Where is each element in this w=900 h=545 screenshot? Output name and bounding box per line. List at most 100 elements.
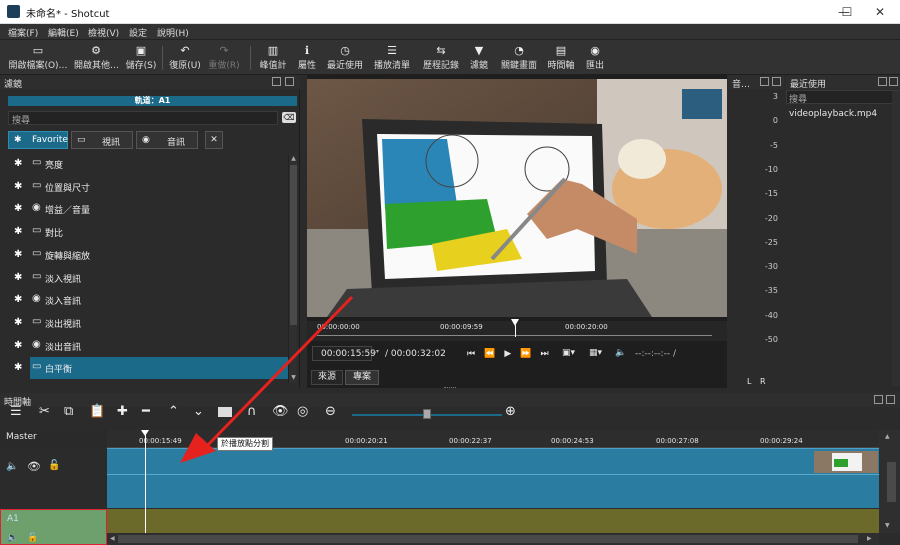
toolbar-button-peak-meter[interactable]: ▥ 峰值計: [256, 43, 290, 73]
filter-item[interactable]: ✱ ▭ 位置與尺寸: [8, 176, 288, 198]
skip-start-icon[interactable]: ⏮: [467, 349, 484, 359]
recent-item[interactable]: videoplayback.mp4: [789, 109, 877, 119]
toolbar-button-history[interactable]: ⇆ 歷程記錄: [420, 43, 462, 73]
filter-item[interactable]: ✱ ▭ 對比: [8, 221, 288, 243]
time-spin-icon[interactable]: ▴▾: [373, 348, 379, 355]
toolbar-button-info[interactable]: ℹ 屬性: [294, 43, 320, 73]
zoom-slider-handle[interactable]: [423, 409, 431, 419]
toolbar-button-keyframes[interactable]: ◔ 關鍵畫面: [496, 43, 542, 73]
cut-icon[interactable]: ✂: [39, 404, 50, 419]
filter-item[interactable]: ✱ ▭ 淡出視訊: [8, 312, 288, 334]
favorite-star-icon[interactable]: ✱: [14, 203, 22, 214]
overwrite-icon[interactable]: ⌄: [193, 404, 204, 419]
favorite-star-icon[interactable]: ✱: [14, 272, 22, 283]
filter-scrollbar[interactable]: ▲ ▼: [288, 155, 297, 383]
close-button[interactable]: ✕: [860, 0, 900, 24]
zoom-icon[interactable]: ▣▾: [562, 348, 575, 358]
play-icon[interactable]: ▶: [504, 349, 520, 359]
favorite-star-icon[interactable]: ✱: [14, 362, 22, 373]
remove-icon[interactable]: ━: [142, 404, 150, 419]
ripple-icon[interactable]: ◎: [297, 404, 308, 419]
close-panel-button[interactable]: [889, 77, 898, 86]
float-button[interactable]: [874, 395, 883, 404]
filter-item[interactable]: ✱ ◉ 增益／音量: [8, 198, 288, 220]
tab-favorite[interactable]: ✱ Favorite: [8, 131, 68, 149]
paste-icon[interactable]: 📋: [89, 404, 105, 419]
toolbar-button-open-other[interactable]: ⚙ 開啟其他…: [74, 43, 119, 73]
fast-forward-icon[interactable]: ⏩: [520, 349, 540, 359]
toolbar-button-clock[interactable]: ◷ 最近使用: [325, 43, 365, 73]
filter-item[interactable]: ✱ ▭ 亮度: [8, 153, 288, 175]
player-ruler[interactable]: 00:00:00:00 00:00:09:59 00:00:20:00: [307, 319, 727, 341]
append-icon[interactable]: ✚: [117, 404, 128, 419]
float-button[interactable]: [760, 77, 769, 86]
lock-icon[interactable]: 🔓: [27, 533, 38, 543]
menu-help[interactable]: 說明(H): [157, 26, 189, 39]
timeline-playhead[interactable]: [145, 430, 146, 533]
volume-icon[interactable]: 🔈: [615, 348, 626, 358]
menu-icon[interactable]: ☰: [10, 404, 22, 419]
video-clip[interactable]: [107, 448, 879, 508]
toolbar-button-timeline[interactable]: ▤ 時間軸: [544, 43, 578, 73]
menu-file[interactable]: 檔案(F): [8, 26, 38, 39]
hide-icon[interactable]: 👁: [27, 460, 41, 473]
toolbar-button-redo[interactable]: ↷ 重做(R): [207, 43, 241, 73]
scrub-icon[interactable]: 👁: [272, 404, 289, 419]
skip-end-icon[interactable]: ⏭: [540, 349, 557, 359]
split-icon[interactable]: [218, 407, 232, 417]
filter-search-input[interactable]: 搜尋: [8, 111, 278, 126]
audio-track-header[interactable]: A1 🔈 🔓: [0, 509, 107, 545]
toolbar-button-playlist[interactable]: ☰ 播放清單: [370, 43, 414, 73]
grid-icon[interactable]: ▦▾: [589, 348, 602, 358]
menu-edit[interactable]: 編輯(E): [48, 26, 79, 39]
toolbar-button-save[interactable]: ▣ 儲存(S): [124, 43, 158, 73]
favorite-star-icon[interactable]: ✱: [14, 181, 22, 192]
float-button[interactable]: [878, 77, 887, 86]
favorite-star-icon[interactable]: ✱: [14, 294, 22, 305]
recent-search-input[interactable]: 搜尋: [786, 90, 900, 105]
mute-icon[interactable]: 🔈: [7, 533, 18, 543]
favorite-star-icon[interactable]: ✱: [14, 158, 22, 169]
close-panel-button[interactable]: [772, 77, 781, 86]
favorite-star-icon[interactable]: ✱: [14, 226, 22, 237]
filter-item[interactable]: ✱ ▭ 白平衡: [8, 357, 288, 380]
filter-item[interactable]: ✱ ▭ 旋轉與縮放: [8, 244, 288, 266]
toolbar-button-folder-open[interactable]: ▭ 開啟檔案(O)…: [6, 43, 70, 73]
filter-item[interactable]: ✱ ▭ 淡入視訊: [8, 267, 288, 289]
favorite-star-icon[interactable]: ✱: [14, 249, 22, 260]
menu-settings[interactable]: 設定: [129, 26, 147, 39]
mute-icon[interactable]: 🔈: [6, 461, 18, 472]
copy-icon[interactable]: ⧉: [64, 404, 73, 419]
toolbar-button-export[interactable]: ◉ 匯出: [582, 43, 608, 73]
menu-view[interactable]: 檢視(V): [88, 26, 119, 39]
tab-project[interactable]: 專案: [345, 370, 379, 385]
close-panel-button[interactable]: [285, 77, 294, 86]
float-button[interactable]: [272, 77, 281, 86]
timeline-vscroll[interactable]: ▲ ▼: [879, 430, 900, 533]
close-filter-icon[interactable]: ✕: [205, 131, 223, 149]
filter-scroll-thumb[interactable]: [290, 165, 297, 325]
current-time-field[interactable]: 00:00:15:59: [312, 346, 376, 361]
timeline-hscroll[interactable]: ◀ ▶: [107, 533, 879, 545]
filter-item[interactable]: ✱ ◉ 淡出音訊: [8, 335, 288, 357]
toolbar-button-undo[interactable]: ↶ 復原(U): [167, 43, 203, 73]
lift-icon[interactable]: ⌃: [168, 404, 179, 419]
playhead-handle-icon[interactable]: [141, 430, 149, 436]
rewind-icon[interactable]: ⏪: [484, 349, 504, 359]
tab-audio[interactable]: ◉ 音訊: [136, 131, 198, 149]
clear-search-icon[interactable]: ⌫: [282, 112, 296, 123]
recent-scrollbar[interactable]: [892, 91, 900, 386]
favorite-star-icon[interactable]: ✱: [14, 317, 22, 328]
filter-item[interactable]: ✱ ◉ 淡入音訊: [8, 289, 288, 311]
audio-clip[interactable]: [107, 509, 879, 533]
splitter-handle[interactable]: [444, 387, 456, 390]
favorite-star-icon[interactable]: ✱: [14, 340, 22, 351]
hscroll-thumb[interactable]: [118, 535, 858, 543]
close-panel-button[interactable]: [886, 395, 895, 404]
tab-source[interactable]: 來源: [311, 370, 343, 385]
zoom-out-icon[interactable]: ⊖: [325, 404, 336, 419]
snap-icon[interactable]: ∩: [247, 404, 257, 419]
toolbar-button-filter[interactable]: ▼ 濾鏡: [466, 43, 492, 73]
lock-icon[interactable]: 🔓: [48, 460, 60, 471]
zoom-in-icon[interactable]: ⊕: [505, 404, 516, 419]
